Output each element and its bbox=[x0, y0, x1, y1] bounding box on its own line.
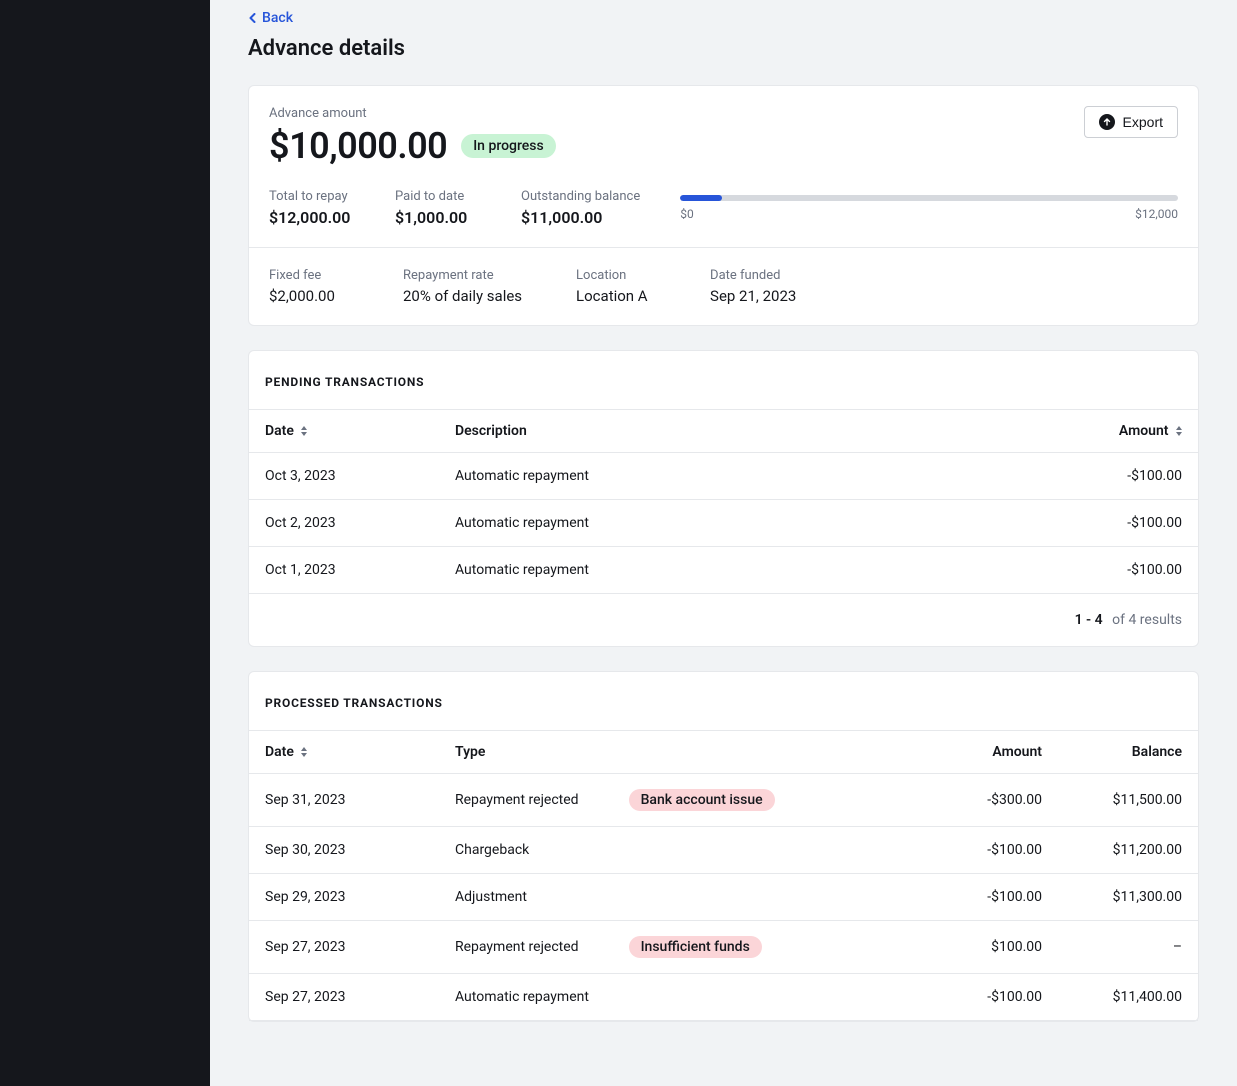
pending-col-date-label: Date bbox=[265, 423, 294, 439]
processed-col-type[interactable]: Type bbox=[439, 731, 918, 774]
cell-amount: -$100.00 bbox=[1058, 500, 1198, 547]
cell-date: Sep 29, 2023 bbox=[249, 874, 439, 921]
table-row[interactable]: Sep 29, 2023Adjustment-$100.00$11,300.00 bbox=[249, 874, 1198, 921]
location-label: Location bbox=[576, 268, 656, 283]
cell-balance: $11,500.00 bbox=[1058, 774, 1198, 827]
table-row[interactable]: Sep 27, 2023Automatic repayment-$100.00$… bbox=[249, 974, 1198, 1021]
repayment-rate-label: Repayment rate bbox=[403, 268, 522, 283]
table-row[interactable]: Oct 2, 2023Automatic repayment-$100.00 bbox=[249, 500, 1198, 547]
date-funded-value: Sep 21, 2023 bbox=[710, 287, 796, 305]
advance-amount-value: $10,000.00 bbox=[269, 125, 447, 167]
sort-icon bbox=[301, 426, 307, 436]
cell-date: Sep 30, 2023 bbox=[249, 827, 439, 874]
sort-icon bbox=[301, 747, 307, 757]
cell-description: Automatic repayment bbox=[439, 453, 1058, 500]
status-badge: In progress bbox=[461, 134, 556, 158]
outstanding-balance-label: Outstanding balance bbox=[521, 189, 640, 204]
processed-col-date[interactable]: Date bbox=[249, 731, 439, 774]
total-to-repay-value: $12,000.00 bbox=[269, 208, 359, 227]
cell-type: Repayment rejectedInsufficient funds bbox=[439, 921, 918, 974]
progress-fill bbox=[680, 195, 721, 201]
location-value: Location A bbox=[576, 287, 656, 305]
paid-to-date-label: Paid to date bbox=[395, 189, 485, 204]
cell-amount: -$100.00 bbox=[918, 974, 1058, 1021]
export-button[interactable]: Export bbox=[1084, 106, 1178, 138]
cell-balance: $11,300.00 bbox=[1058, 874, 1198, 921]
cell-date: Oct 2, 2023 bbox=[249, 500, 439, 547]
cell-date: Oct 1, 2023 bbox=[249, 547, 439, 594]
cell-date: Oct 3, 2023 bbox=[249, 453, 439, 500]
pagination-total: of 4 results bbox=[1112, 612, 1182, 628]
table-row[interactable]: Sep 30, 2023Chargeback-$100.00$11,200.00 bbox=[249, 827, 1198, 874]
paid-to-date-value: $1,000.00 bbox=[395, 208, 485, 227]
page-title: Advance details bbox=[248, 36, 1199, 61]
table-row[interactable]: Sep 31, 2023Repayment rejectedBank accou… bbox=[249, 774, 1198, 827]
status-pill: Insufficient funds bbox=[629, 936, 762, 958]
sort-icon bbox=[1176, 426, 1182, 436]
pending-col-amount-label: Amount bbox=[1119, 423, 1169, 439]
processed-transactions-card: PROCESSED TRANSACTIONS Date Type Amount … bbox=[248, 671, 1199, 1022]
cell-amount: $100.00 bbox=[918, 921, 1058, 974]
progress-max: $12,000 bbox=[1135, 207, 1178, 221]
total-to-repay-label: Total to repay bbox=[269, 189, 359, 204]
cell-balance: $11,200.00 bbox=[1058, 827, 1198, 874]
fixed-fee-value: $2,000.00 bbox=[269, 287, 349, 305]
progress-min: $0 bbox=[680, 207, 694, 221]
cell-type: Automatic repayment bbox=[439, 974, 918, 1021]
summary-card: Advance amount $10,000.00 In progress Ex… bbox=[248, 85, 1199, 326]
advance-amount-label: Advance amount bbox=[269, 106, 1084, 121]
cell-amount: -$100.00 bbox=[1058, 547, 1198, 594]
cell-amount: -$100.00 bbox=[918, 874, 1058, 921]
date-funded-label: Date funded bbox=[710, 268, 796, 283]
back-label: Back bbox=[262, 10, 293, 26]
pending-col-amount[interactable]: Amount bbox=[1058, 410, 1198, 453]
pending-table: Date Description Amount Oct 3, 2023Autom… bbox=[249, 409, 1198, 594]
progress-bar bbox=[680, 195, 1178, 201]
back-button[interactable]: Back bbox=[248, 10, 293, 26]
processed-col-amount[interactable]: Amount bbox=[918, 731, 1058, 774]
cell-amount: -$100.00 bbox=[918, 827, 1058, 874]
fixed-fee-label: Fixed fee bbox=[269, 268, 349, 283]
cell-description: Automatic repayment bbox=[439, 500, 1058, 547]
pending-section-title: PENDING TRANSACTIONS bbox=[249, 351, 1198, 409]
outstanding-balance-value: $11,000.00 bbox=[521, 208, 640, 227]
repayment-rate-value: 20% of daily sales bbox=[403, 287, 522, 305]
cell-date: Sep 31, 2023 bbox=[249, 774, 439, 827]
cell-type: Repayment rejectedBank account issue bbox=[439, 774, 918, 827]
pending-col-date[interactable]: Date bbox=[249, 410, 439, 453]
pagination-range: 1 - 4 bbox=[1075, 612, 1103, 628]
table-row[interactable]: Oct 3, 2023Automatic repayment-$100.00 bbox=[249, 453, 1198, 500]
sidebar bbox=[0, 0, 210, 1086]
status-pill: Bank account issue bbox=[629, 789, 775, 811]
main-content: Back Advance details Advance amount $10,… bbox=[210, 0, 1237, 1086]
export-icon bbox=[1099, 114, 1115, 130]
cell-description: Automatic repayment bbox=[439, 547, 1058, 594]
table-row[interactable]: Sep 27, 2023Repayment rejectedInsufficie… bbox=[249, 921, 1198, 974]
processed-section-title: PROCESSED TRANSACTIONS bbox=[249, 672, 1198, 730]
cell-date: Sep 27, 2023 bbox=[249, 921, 439, 974]
cell-amount: -$300.00 bbox=[918, 774, 1058, 827]
cell-balance: $11,400.00 bbox=[1058, 974, 1198, 1021]
processed-col-balance[interactable]: Balance bbox=[1058, 731, 1198, 774]
cell-type: Adjustment bbox=[439, 874, 918, 921]
processed-col-date-label: Date bbox=[265, 744, 294, 760]
cell-type: Chargeback bbox=[439, 827, 918, 874]
cell-balance: – bbox=[1058, 921, 1198, 974]
pending-pagination: 1 - 4 of 4 results bbox=[249, 594, 1198, 646]
pending-transactions-card: PENDING TRANSACTIONS Date Description Am… bbox=[248, 350, 1199, 647]
cell-amount: -$100.00 bbox=[1058, 453, 1198, 500]
pending-col-description[interactable]: Description bbox=[439, 410, 1058, 453]
export-label: Export bbox=[1123, 114, 1163, 130]
chevron-left-icon bbox=[248, 13, 258, 23]
cell-date: Sep 27, 2023 bbox=[249, 974, 439, 1021]
processed-table: Date Type Amount Balance Sep 31, 2023Rep… bbox=[249, 730, 1198, 1021]
table-row[interactable]: Oct 1, 2023Automatic repayment-$100.00 bbox=[249, 547, 1198, 594]
